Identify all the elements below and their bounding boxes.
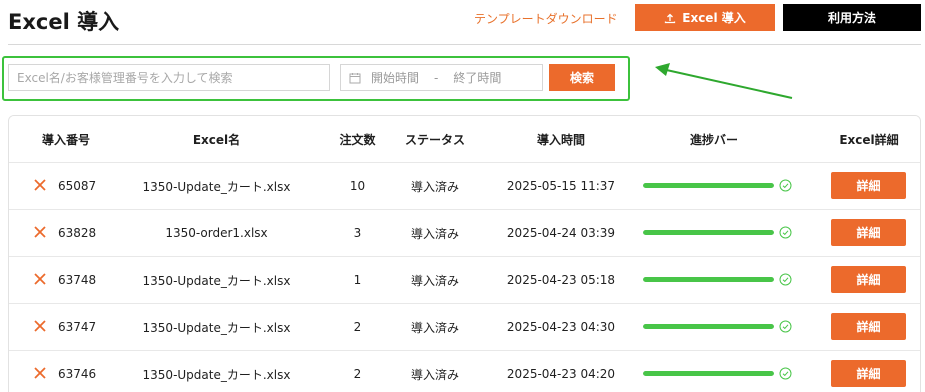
end-time-field[interactable]: 終了時間 <box>453 69 501 86</box>
import-status: 導入済み <box>410 367 459 382</box>
progress-bar <box>643 324 774 329</box>
import-status: 導入済み <box>410 320 459 335</box>
progress-fill <box>643 324 774 329</box>
date-range-picker[interactable]: 開始時間 - 終了時間 <box>340 64 543 91</box>
excel-file-name: 1350-Update_カート.xlsx <box>142 179 291 194</box>
upload-icon <box>665 13 676 23</box>
excel-file-name: 1350-Update_カート.xlsx <box>142 273 291 288</box>
start-time-field[interactable]: 開始時間 <box>371 69 419 86</box>
header-divider <box>8 44 921 45</box>
order-count: 2 <box>353 367 362 381</box>
import-status: 導入済み <box>410 226 459 241</box>
col-import-number: 導入番号 <box>41 133 90 147</box>
import-number: 63746 <box>58 367 97 381</box>
check-circle-icon <box>779 226 792 239</box>
table-row: 63748 1350-Update_カート.xlsx 1 導入済み 2025-0… <box>9 257 920 304</box>
check-circle-icon <box>779 273 792 286</box>
template-download-link[interactable]: テンプレートダウンロード <box>474 10 618 27</box>
col-status: ステータス <box>404 133 465 147</box>
import-number: 65087 <box>58 179 97 193</box>
check-circle-icon <box>779 367 792 380</box>
progress-bar <box>643 230 774 235</box>
delete-x-icon[interactable] <box>32 318 48 334</box>
import-time: 2025-04-24 03:39 <box>506 226 616 240</box>
detail-button[interactable]: 詳細 <box>831 219 906 246</box>
delete-x-icon[interactable] <box>32 224 48 240</box>
excel-file-name: 1350-order1.xlsx <box>165 226 268 240</box>
order-count: 3 <box>353 226 362 240</box>
import-number: 63828 <box>58 226 97 240</box>
import-time: 2025-05-15 11:37 <box>506 179 616 193</box>
excel-file-name: 1350-Update_カート.xlsx <box>142 320 291 335</box>
order-count: 1 <box>353 273 362 287</box>
import-time: 2025-04-23 04:20 <box>506 367 616 381</box>
col-progress-bar: 進捗バー <box>689 133 738 147</box>
progress-bar <box>643 371 774 376</box>
range-separator: - <box>434 70 439 85</box>
progress-fill <box>643 183 774 188</box>
excel-import-label: Excel 導入 <box>682 11 746 25</box>
check-circle-icon <box>779 320 792 333</box>
import-table: 導入番号 Excel名 注文数 ステータス 導入時間 進捗バー Excel詳細 … <box>8 115 921 392</box>
table-row: 63828 1350-order1.xlsx 3 導入済み 2025-04-24… <box>9 210 920 257</box>
col-order-count: 注文数 <box>339 133 376 147</box>
col-import-time: 導入時間 <box>536 133 585 147</box>
order-count: 10 <box>349 179 366 193</box>
detail-button[interactable]: 詳細 <box>831 360 906 387</box>
import-number: 63747 <box>58 320 97 334</box>
search-input[interactable] <box>8 64 330 91</box>
detail-button[interactable]: 詳細 <box>831 172 906 199</box>
table-row: 63746 1350-Update_カート.xlsx 2 導入済み 2025-0… <box>9 351 920 392</box>
progress-fill <box>643 371 774 376</box>
progress-fill <box>643 277 774 282</box>
import-number: 63748 <box>58 273 97 287</box>
col-excel-name: Excel名 <box>192 133 241 147</box>
page-title: Excel 導入 <box>8 10 120 34</box>
check-circle-icon <box>779 179 792 192</box>
table-row: 63747 1350-Update_カート.xlsx 2 導入済み 2025-0… <box>9 304 920 351</box>
progress-bar <box>643 277 774 282</box>
calendar-icon <box>349 72 361 83</box>
excel-file-name: 1350-Update_カート.xlsx <box>142 367 291 382</box>
import-time: 2025-04-23 04:30 <box>506 320 616 334</box>
usage-button[interactable]: 利用方法 <box>783 4 921 31</box>
progress-fill <box>643 230 774 235</box>
col-excel-detail: Excel詳細 <box>839 133 899 147</box>
delete-x-icon[interactable] <box>32 365 48 381</box>
detail-button[interactable]: 詳細 <box>831 313 906 340</box>
import-status: 導入済み <box>410 273 459 288</box>
delete-x-icon[interactable] <box>32 271 48 287</box>
import-time: 2025-04-23 05:18 <box>506 273 616 287</box>
delete-x-icon[interactable] <box>32 177 48 193</box>
table-header: 導入番号 Excel名 注文数 ステータス 導入時間 進捗バー Excel詳細 <box>9 116 920 163</box>
detail-button[interactable]: 詳細 <box>831 266 906 293</box>
table-row: 65087 1350-Update_カート.xlsx 10 導入済み 2025-… <box>9 163 920 210</box>
green-arrow-annotation <box>655 63 793 99</box>
order-count: 2 <box>353 320 362 334</box>
search-button[interactable]: 検索 <box>549 64 615 91</box>
excel-import-button[interactable]: Excel 導入 <box>635 4 775 31</box>
import-status: 導入済み <box>410 179 459 194</box>
progress-bar <box>643 183 774 188</box>
